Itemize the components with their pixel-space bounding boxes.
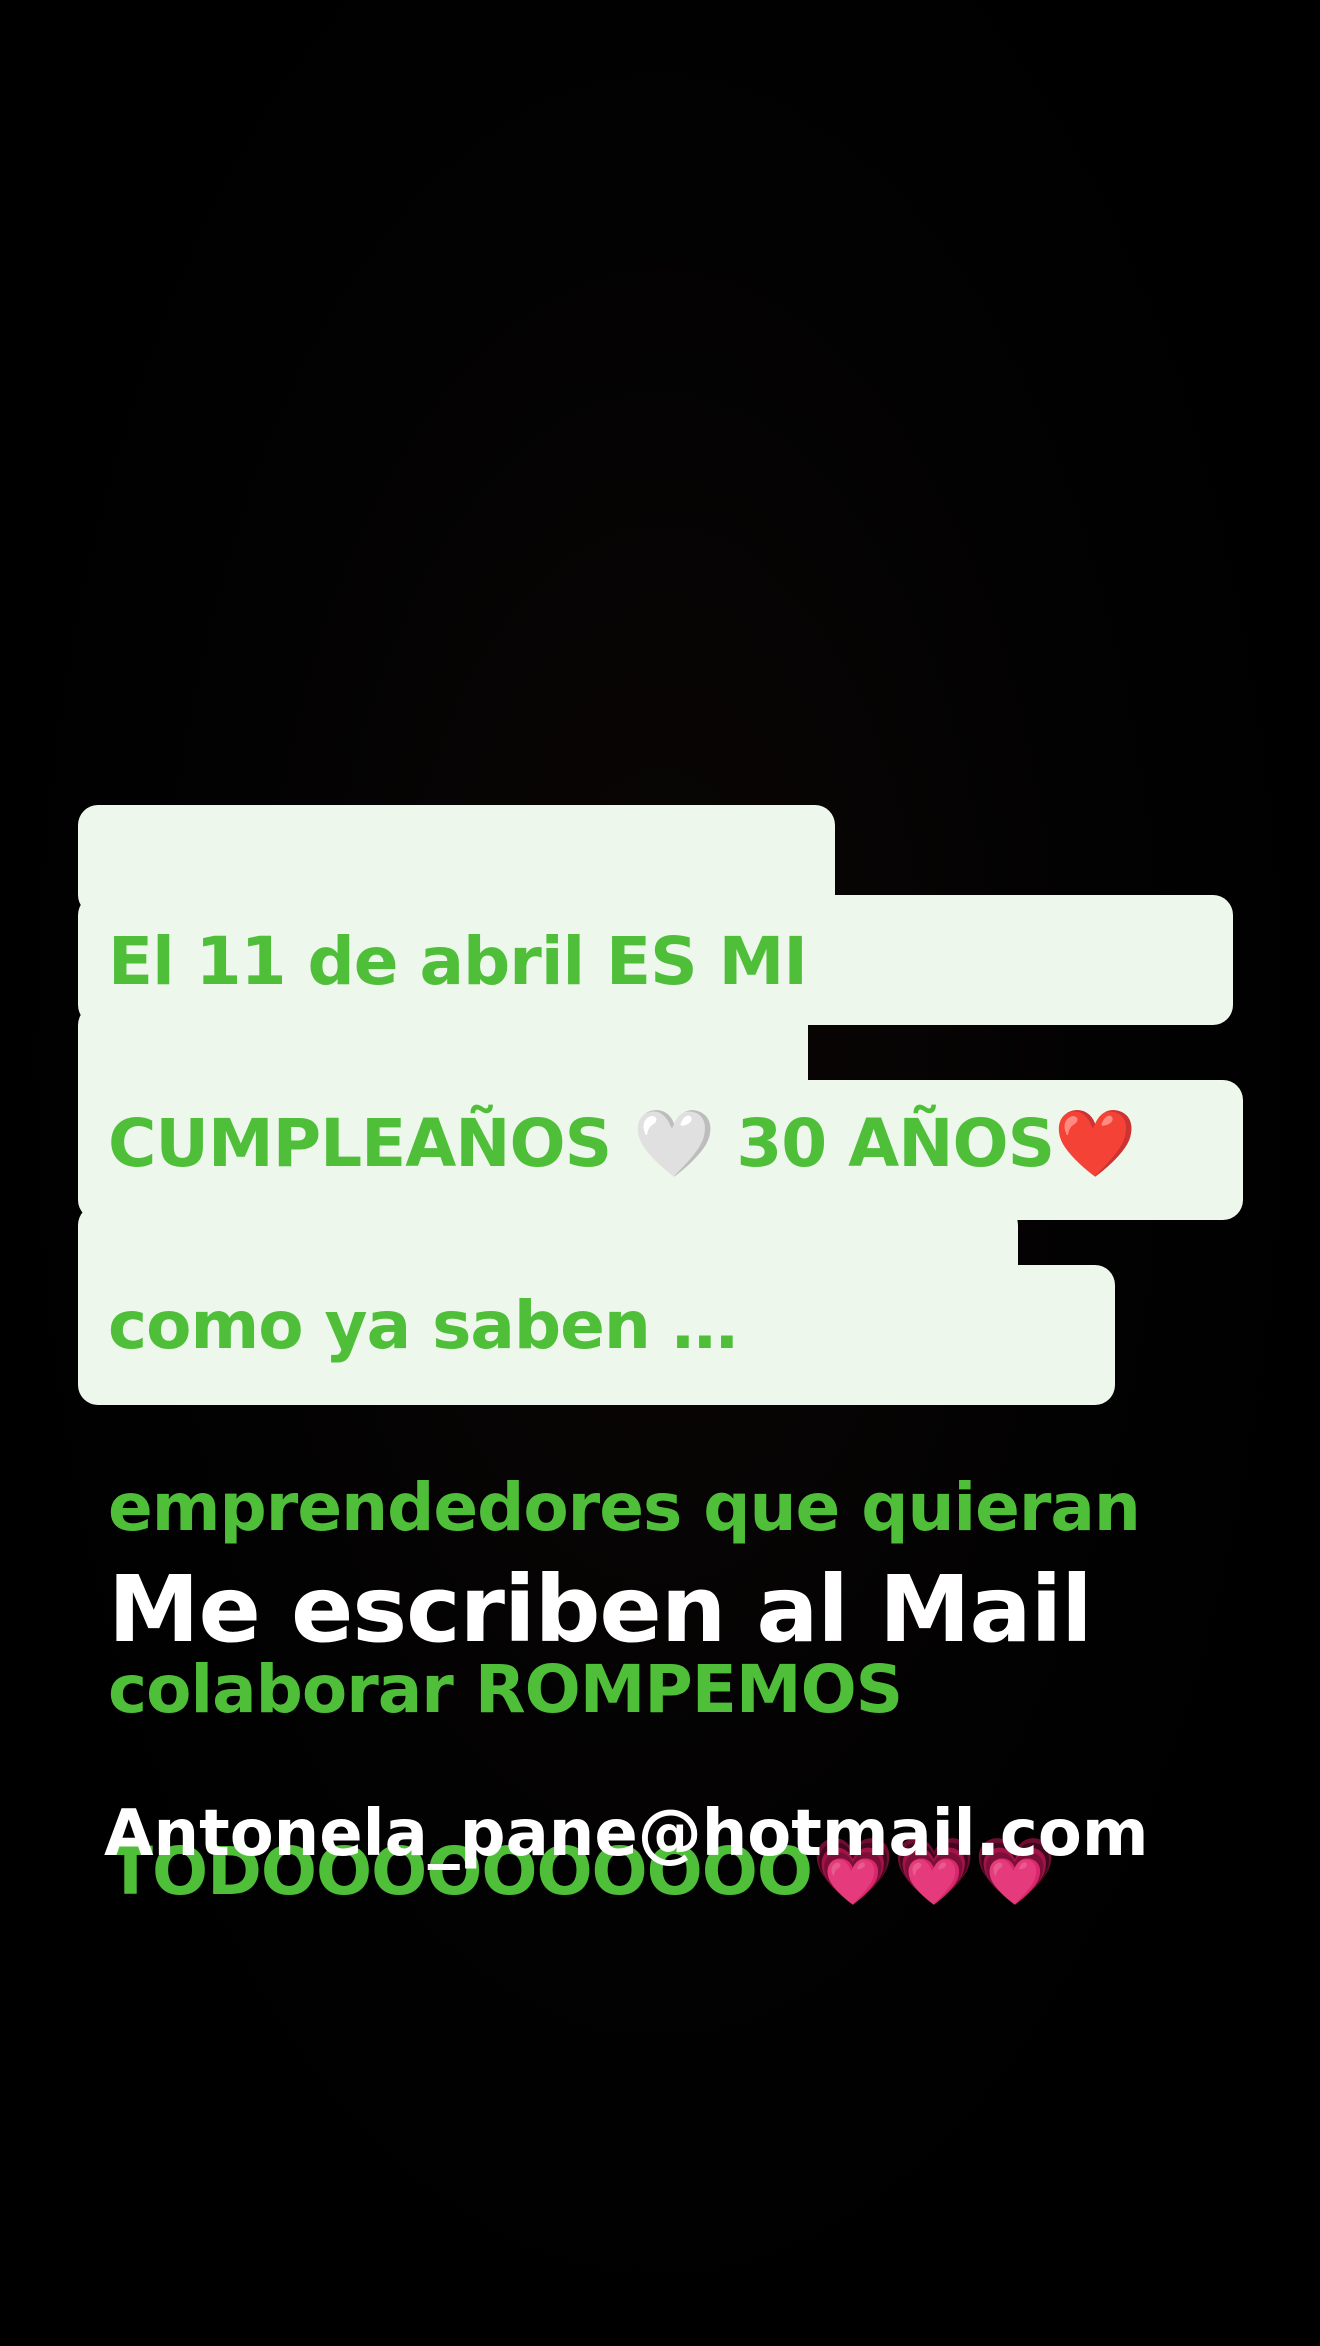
red-heart-icon: ❤️ xyxy=(1054,1105,1136,1182)
email-text[interactable]: Antonela_pane@hotmail.com xyxy=(104,1794,1149,1874)
text-highlight-bubble[interactable]: El 11 de abril ES MI CUMPLEAÑOS 🤍 30 AÑO… xyxy=(78,805,1248,1910)
white-heart-icon: 🤍 xyxy=(633,1105,715,1182)
message-line-2-age: 30 AÑOS xyxy=(714,1105,1055,1182)
message-line-2: CUMPLEAÑOS 🤍 30 AÑOS❤️ xyxy=(108,1098,1228,1189)
headline-text[interactable]: Me escriben al Mail xyxy=(108,1555,1093,1665)
message-line-4: emprendedores que quieran xyxy=(108,1469,1141,1546)
story-canvas: El 11 de abril ES MI CUMPLEAÑOS 🤍 30 AÑO… xyxy=(0,0,1320,2346)
message-line-3: como ya saben … xyxy=(108,1287,738,1364)
message-line-1: El 11 de abril ES MI xyxy=(108,923,808,1000)
message-line-2-text: CUMPLEAÑOS xyxy=(108,1105,634,1182)
